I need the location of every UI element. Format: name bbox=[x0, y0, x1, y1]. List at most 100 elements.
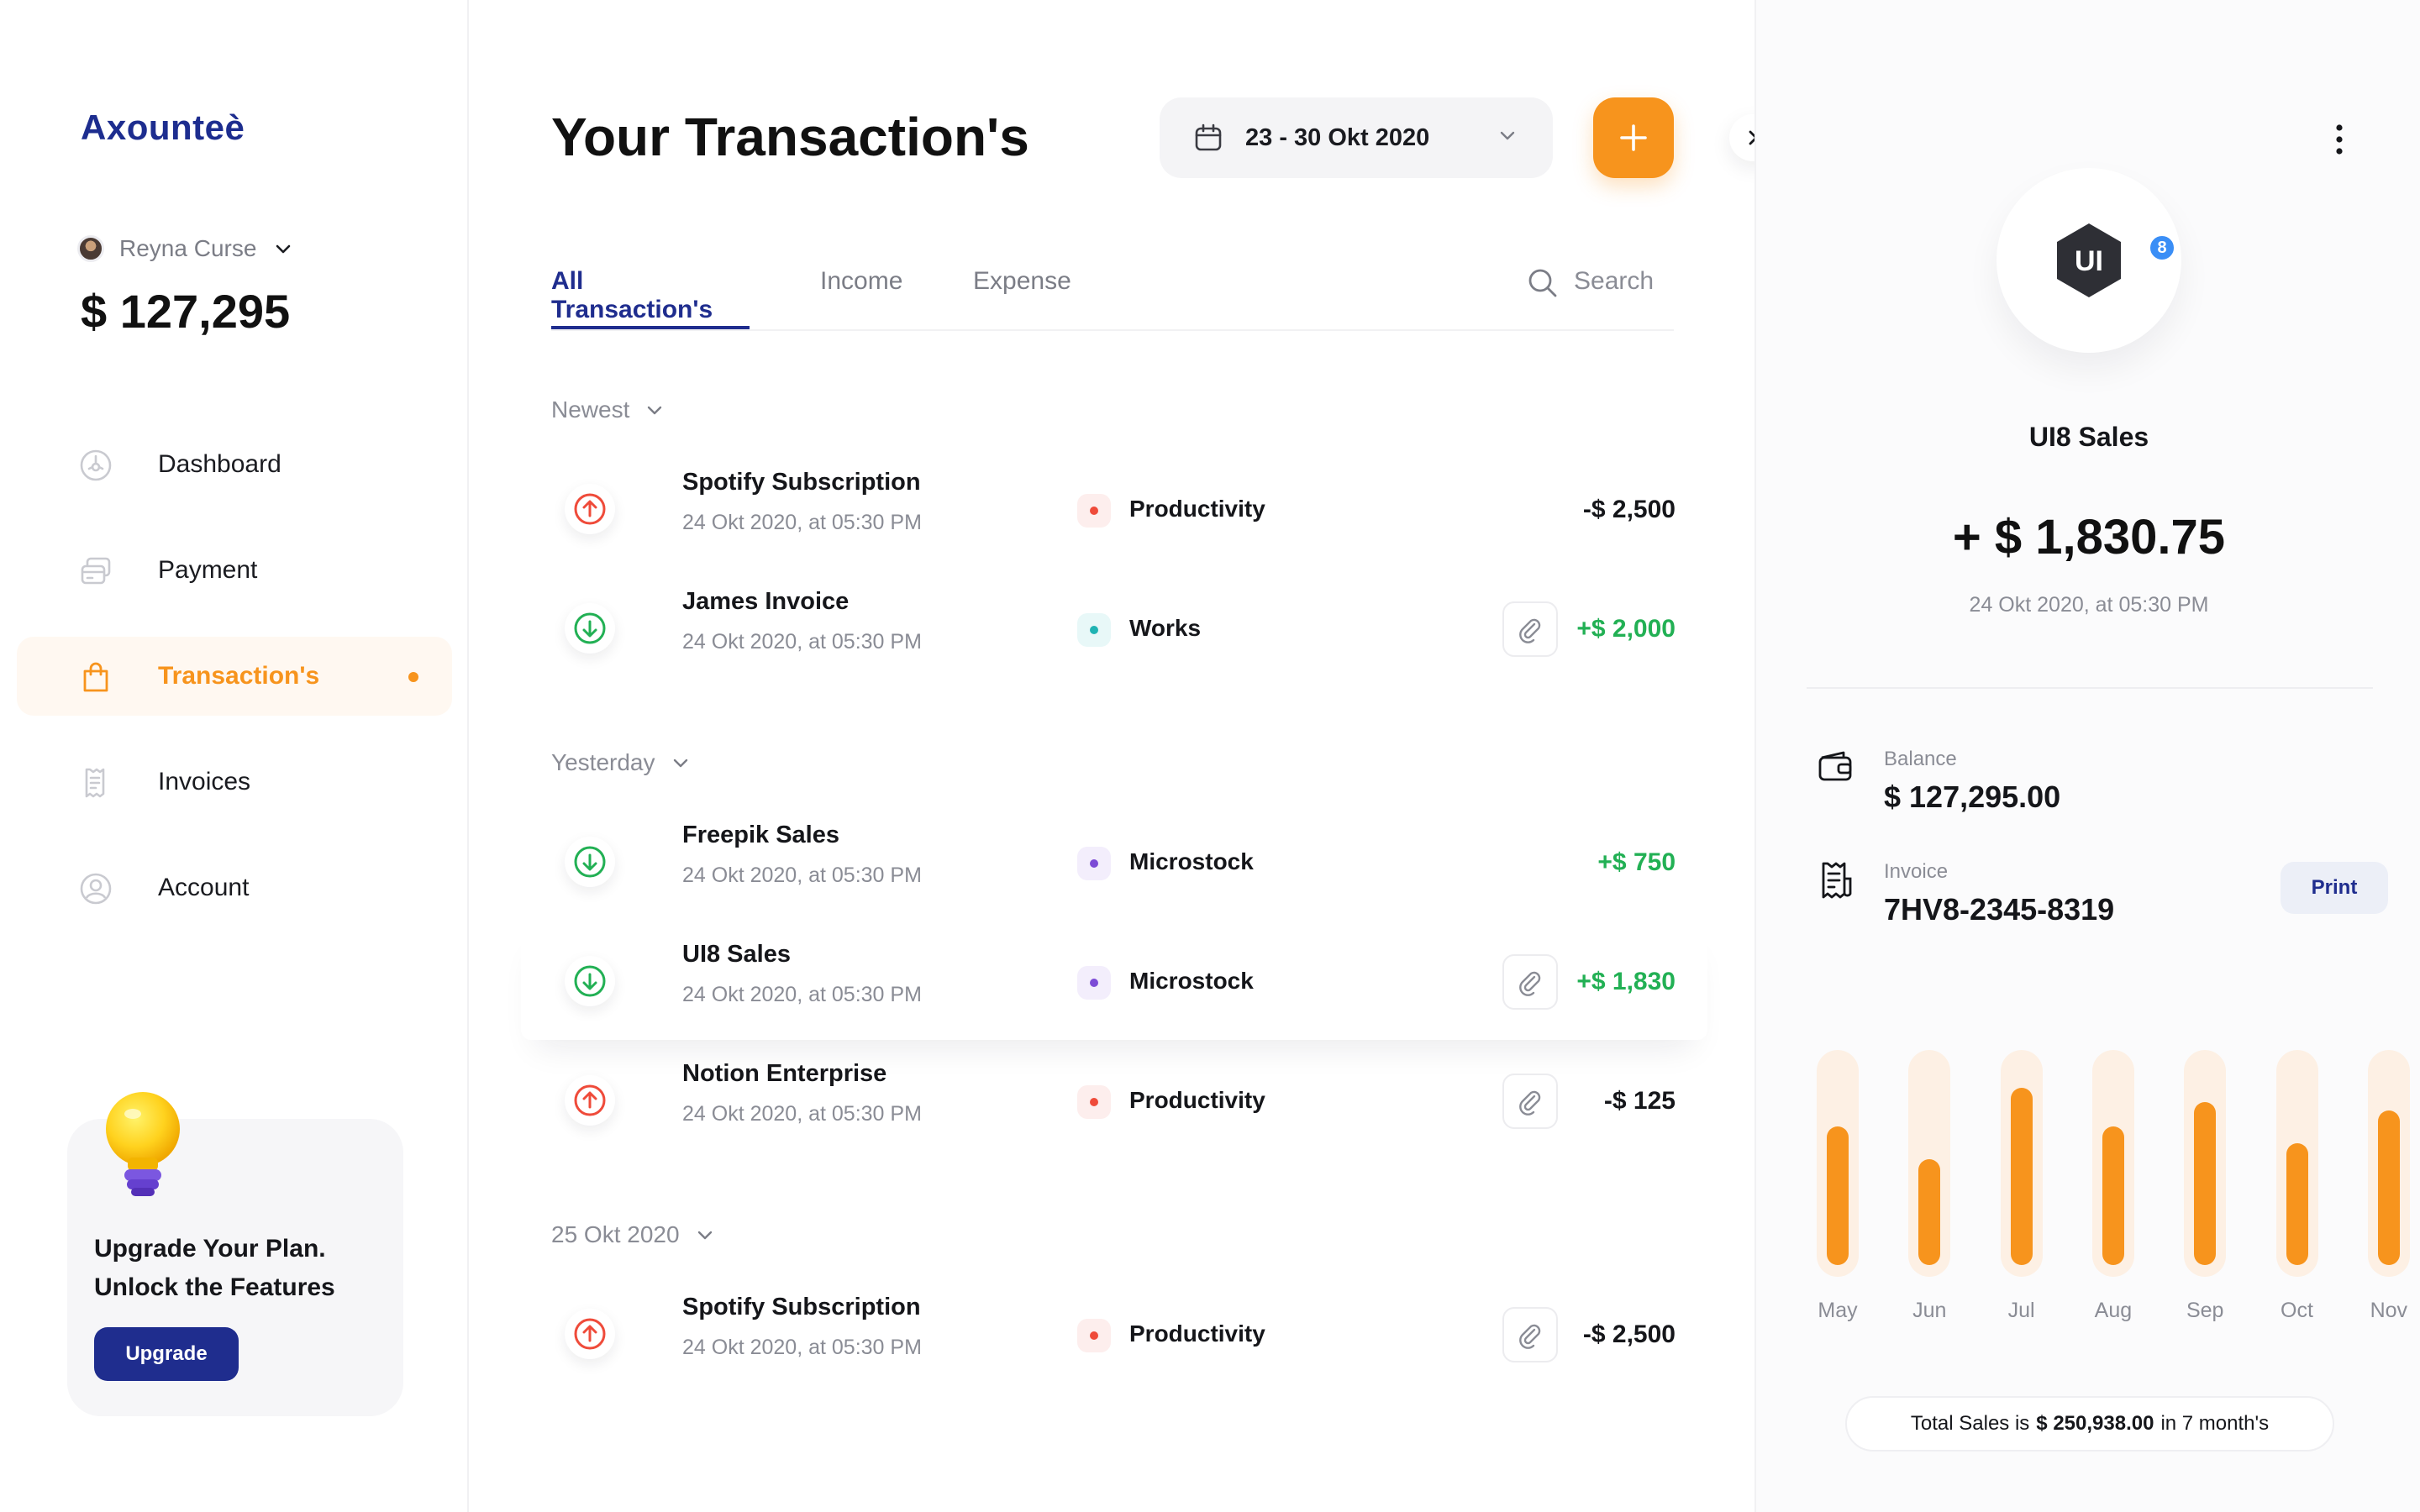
chevron-down-icon bbox=[276, 244, 291, 254]
nav-label: Payment bbox=[158, 556, 258, 584]
nav-item-dashboard[interactable]: Dashboard bbox=[17, 425, 452, 504]
main-nav: Dashboard Payment Transaction's Invoices… bbox=[17, 425, 452, 954]
transaction-date: 24 Okt 2020, at 05:30 PM bbox=[682, 983, 922, 1006]
category-dot-icon bbox=[1077, 613, 1111, 647]
bar bbox=[2377, 1110, 2400, 1265]
transaction-detail-panel: UI 8 UI8 Sales + $ 1,830.75 24 Okt 2020,… bbox=[1754, 0, 2420, 1512]
transaction-row-selected[interactable]: UI8 Sales 24 Okt 2020, at 05:30 PM Micro… bbox=[521, 921, 1707, 1040]
nav-item-payment[interactable]: Payment bbox=[17, 531, 452, 610]
brand-badge: 8 bbox=[2148, 234, 2176, 262]
transaction-tabs: All Transaction's Income Expense Search bbox=[551, 267, 1674, 331]
category-dot-icon bbox=[1077, 966, 1111, 1000]
attachment-button[interactable] bbox=[1502, 1307, 1558, 1362]
sidebar: Axounteè Reyna Curse $ 127,295 Dashboard… bbox=[0, 0, 469, 1512]
transaction-row[interactable]: Notion Enterprise 24 Okt 2020, at 05:30 … bbox=[521, 1040, 1707, 1159]
brand-text: UI bbox=[2075, 245, 2103, 277]
bar bbox=[1918, 1159, 1941, 1265]
nav-item-invoices[interactable]: Invoices bbox=[17, 743, 452, 822]
divider bbox=[1807, 687, 2373, 689]
more-options-icon[interactable] bbox=[2334, 123, 2344, 156]
attachment-button[interactable] bbox=[1502, 601, 1558, 657]
transaction-row[interactable]: Freepik Sales 24 Okt 2020, at 05:30 PM M… bbox=[521, 801, 1707, 921]
transaction-amount: -$ 2,500 bbox=[1582, 496, 1676, 523]
bar bbox=[2194, 1102, 2217, 1265]
transaction-category: Works bbox=[1129, 615, 1202, 641]
chevron-down-icon bbox=[1500, 131, 1515, 140]
month-label: Jul bbox=[2007, 1299, 2035, 1322]
wallet-icon bbox=[1818, 751, 1852, 781]
user-switcher[interactable]: Reyna Curse bbox=[77, 234, 292, 264]
bar bbox=[1827, 1126, 1849, 1265]
add-transaction-button[interactable] bbox=[1593, 97, 1674, 178]
category-dot-icon bbox=[1077, 847, 1111, 880]
tab-income[interactable]: Income bbox=[820, 267, 902, 329]
invoice-label: Invoice bbox=[1884, 860, 1949, 883]
month-label: Jun bbox=[1912, 1299, 1947, 1322]
bar bbox=[2286, 1142, 2308, 1265]
transaction-row[interactable]: James Invoice 24 Okt 2020, at 05:30 PM W… bbox=[521, 568, 1707, 687]
transaction-name: Freepik Sales bbox=[682, 822, 839, 848]
lightbulb-icon bbox=[106, 1092, 180, 1196]
income-arrow-icon bbox=[565, 956, 615, 1006]
search-field[interactable]: Search bbox=[1527, 267, 1654, 299]
transaction-row[interactable]: Spotify Subscription 24 Okt 2020, at 05:… bbox=[521, 1273, 1707, 1393]
transaction-name: Spotify Subscription bbox=[682, 1294, 921, 1320]
expense-arrow-icon bbox=[565, 1075, 615, 1126]
paperclip-icon bbox=[1519, 1090, 1541, 1116]
date-range-picker[interactable]: 23 - 30 Okt 2020 bbox=[1160, 97, 1553, 178]
invoice-icon bbox=[85, 768, 105, 798]
transaction-name: UI8 Sales bbox=[682, 941, 791, 968]
attachment-button[interactable] bbox=[1502, 1074, 1558, 1129]
account-icon bbox=[80, 873, 112, 905]
total-balance: $ 127,295 bbox=[81, 285, 291, 338]
bar-track bbox=[2184, 1050, 2227, 1277]
app-logo[interactable]: Axounteè bbox=[81, 108, 245, 148]
month-label: Nov bbox=[2370, 1299, 2408, 1322]
nav-label: Transaction's bbox=[158, 662, 320, 690]
merchant-logo: UI 8 bbox=[1996, 168, 2181, 353]
group-filter-newest[interactable]: Newest bbox=[551, 396, 663, 423]
paperclip-icon bbox=[1519, 618, 1541, 643]
paperclip-icon bbox=[1519, 971, 1541, 996]
transaction-amount: +$ 750 bbox=[1597, 848, 1676, 876]
dashboard-icon bbox=[80, 449, 112, 481]
group-label: Newest bbox=[551, 396, 630, 423]
active-indicator-dot bbox=[408, 672, 418, 682]
plus-icon bbox=[1620, 124, 1647, 151]
income-arrow-icon bbox=[565, 837, 615, 887]
tab-expense[interactable]: Expense bbox=[973, 267, 1071, 329]
chevron-down-icon bbox=[673, 759, 687, 768]
print-button[interactable]: Print bbox=[2281, 862, 2388, 914]
transaction-name: Notion Enterprise bbox=[682, 1060, 887, 1087]
transaction-category: Productivity bbox=[1129, 1087, 1265, 1113]
balance-info: Balance $ 127,295.00 bbox=[1817, 748, 2388, 823]
category-dot-icon bbox=[1077, 1085, 1111, 1119]
group-filter-date[interactable]: 25 Okt 2020 bbox=[551, 1221, 713, 1248]
transaction-date: 24 Okt 2020, at 05:30 PM bbox=[682, 1102, 922, 1126]
transaction-category: Microstock bbox=[1129, 968, 1254, 994]
upgrade-button[interactable]: Upgrade bbox=[94, 1327, 239, 1381]
transaction-amount: -$ 125 bbox=[1603, 1087, 1676, 1115]
transaction-name: Spotify Subscription bbox=[682, 469, 921, 496]
user-name: Reyna Curse bbox=[119, 235, 257, 261]
attachment-button[interactable] bbox=[1502, 954, 1558, 1010]
detail-amount: + $ 1,830.75 bbox=[1952, 510, 2226, 564]
tab-all-transactions[interactable]: All Transaction's bbox=[551, 267, 750, 329]
search-input[interactable]: Search bbox=[1574, 267, 1654, 296]
search-icon bbox=[1528, 269, 1557, 297]
bar-track bbox=[2367, 1050, 2410, 1277]
income-arrow-icon bbox=[565, 603, 615, 654]
nav-item-transactions[interactable]: Transaction's bbox=[17, 637, 452, 716]
monthly-sales-chart: May Jun Jul Aug Sep Oct Nov bbox=[1817, 1050, 2410, 1327]
transaction-row[interactable]: Spotify Subscription 24 Okt 2020, at 05:… bbox=[521, 449, 1707, 568]
paperclip-icon bbox=[1519, 1324, 1541, 1349]
group-filter-yesterday[interactable]: Yesterday bbox=[551, 749, 689, 776]
shopping-bag-icon bbox=[83, 662, 108, 692]
month-label: Oct bbox=[2281, 1299, 2313, 1322]
bar-track bbox=[2275, 1050, 2318, 1277]
nav-item-account[interactable]: Account bbox=[17, 848, 452, 927]
transaction-category: Productivity bbox=[1129, 496, 1265, 522]
date-range-label: 23 - 30 Okt 2020 bbox=[1245, 123, 1430, 151]
bar-track bbox=[1908, 1050, 1951, 1277]
transaction-amount: -$ 2,500 bbox=[1582, 1320, 1676, 1348]
